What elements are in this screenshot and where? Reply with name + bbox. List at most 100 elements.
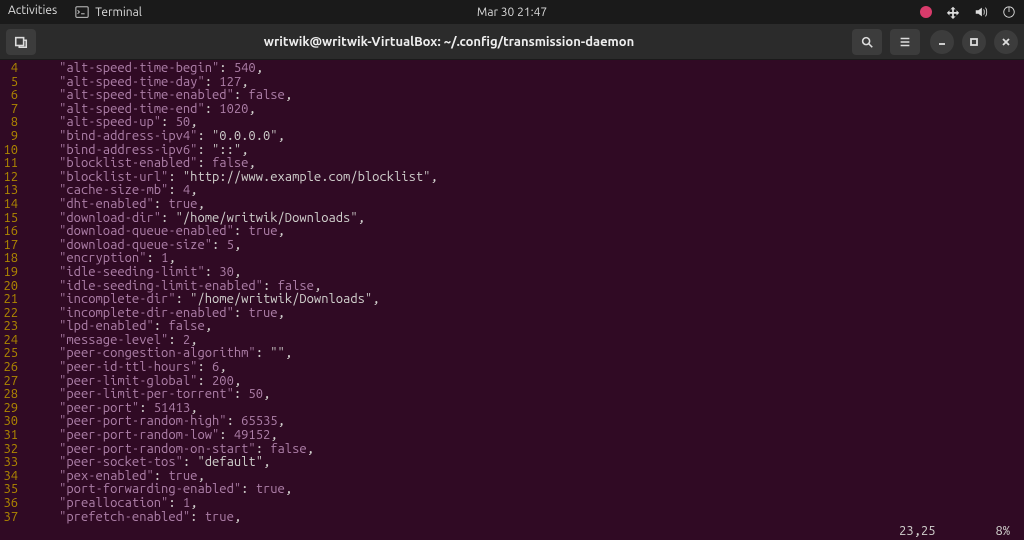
line-number: 19 (0, 266, 30, 280)
code-line: 29 "peer-port": 51413, (0, 402, 1024, 416)
code-line: 24 "message-level": 2, (0, 334, 1024, 348)
code-line: 17 "download-queue-size": 5, (0, 239, 1024, 253)
line-number: 16 (0, 225, 30, 239)
code-content: "alt-speed-time-enabled": false, (30, 89, 1024, 103)
line-number: 9 (0, 130, 30, 144)
code-content: "alt-speed-time-begin": 540, (30, 62, 1024, 76)
code-line: 19 "idle-seeding-limit": 30, (0, 266, 1024, 280)
code-content: "alt-speed-time-day": 127, (30, 76, 1024, 90)
code-content: "blocklist-url": "http://www.example.com… (30, 171, 1024, 185)
terminal-icon (75, 5, 89, 19)
code-content: "download-dir": "/home/writwik/Downloads… (30, 212, 1024, 226)
line-number: 6 (0, 89, 30, 103)
line-number: 27 (0, 375, 30, 389)
line-number: 29 (0, 402, 30, 416)
vim-status: 23,25 8% (899, 524, 1010, 538)
window-title: writwik@writwik-VirtualBox: ~/.config/tr… (46, 35, 852, 49)
code-line: 11 "blocklist-enabled": false, (0, 157, 1024, 171)
code-content: "incomplete-dir-enabled": true, (30, 307, 1024, 321)
code-content: "download-queue-size": 5, (30, 239, 1024, 253)
code-content: "incomplete-dir": "/home/writwik/Downloa… (30, 293, 1024, 307)
power-icon[interactable] (1002, 5, 1016, 19)
code-line: 15 "download-dir": "/home/writwik/Downlo… (0, 212, 1024, 226)
code-line: 8 "alt-speed-up": 50, (0, 116, 1024, 130)
network-icon[interactable] (946, 5, 960, 19)
code-content: "prefetch-enabled": true, (30, 511, 1024, 525)
code-content: "dht-enabled": true, (30, 198, 1024, 212)
line-number: 20 (0, 280, 30, 294)
code-line: 14 "dht-enabled": true, (0, 198, 1024, 212)
code-content: "peer-limit-per-torrent": 50, (30, 388, 1024, 402)
line-number: 37 (0, 511, 30, 525)
code-line: 6 "alt-speed-time-enabled": false, (0, 89, 1024, 103)
app-menu[interactable]: Terminal (75, 5, 142, 19)
code-content: "peer-port": 51413, (30, 402, 1024, 416)
code-content: "encryption": 1, (30, 252, 1024, 266)
code-line: 35 "port-forwarding-enabled": true, (0, 483, 1024, 497)
minimize-button[interactable] (930, 30, 954, 54)
code-content: "alt-speed-up": 50, (30, 116, 1024, 130)
code-line: 21 "incomplete-dir": "/home/writwik/Down… (0, 293, 1024, 307)
code-content: "alt-speed-time-end": 1020, (30, 103, 1024, 117)
line-number: 21 (0, 293, 30, 307)
activities-button[interactable]: Activities (8, 4, 57, 20)
line-number: 24 (0, 334, 30, 348)
code-content: "peer-id-ttl-hours": 6, (30, 361, 1024, 375)
code-line: 27 "peer-limit-global": 200, (0, 375, 1024, 389)
line-number: 35 (0, 483, 30, 497)
code-line: 30 "peer-port-random-high": 65535, (0, 415, 1024, 429)
code-content: "peer-congestion-algorithm": "", (30, 347, 1024, 361)
code-line: 33 "peer-socket-tos": "default", (0, 456, 1024, 470)
code-content: "bind-address-ipv6": "::", (30, 144, 1024, 158)
notification-dot-icon[interactable] (920, 6, 932, 18)
code-line: 37 "prefetch-enabled": true, (0, 511, 1024, 525)
line-number: 7 (0, 103, 30, 117)
code-content: "peer-socket-tos": "default", (30, 456, 1024, 470)
line-number: 23 (0, 320, 30, 334)
code-content: "message-level": 2, (30, 334, 1024, 348)
code-content: "cache-size-mb": 4, (30, 184, 1024, 198)
line-number: 4 (0, 62, 30, 76)
line-number: 30 (0, 415, 30, 429)
line-number: 25 (0, 347, 30, 361)
line-number: 32 (0, 443, 30, 457)
new-tab-button[interactable] (6, 29, 36, 55)
code-line: 25 "peer-congestion-algorithm": "", (0, 347, 1024, 361)
app-menu-label: Terminal (95, 6, 142, 19)
code-content: "blocklist-enabled": false, (30, 157, 1024, 171)
code-content: "peer-port-random-on-start": false, (30, 443, 1024, 457)
search-button[interactable] (852, 29, 882, 55)
line-number: 33 (0, 456, 30, 470)
line-number: 31 (0, 429, 30, 443)
code-line: 12 "blocklist-url": "http://www.example.… (0, 171, 1024, 185)
code-content: "idle-seeding-limit": 30, (30, 266, 1024, 280)
code-content: "idle-seeding-limit-enabled": false, (30, 280, 1024, 294)
code-content: "port-forwarding-enabled": true, (30, 483, 1024, 497)
line-number: 8 (0, 116, 30, 130)
menu-button[interactable] (890, 29, 920, 55)
code-line: 16 "download-queue-enabled": true, (0, 225, 1024, 239)
line-number: 13 (0, 184, 30, 198)
code-line: 23 "lpd-enabled": false, (0, 320, 1024, 334)
code-line: 36 "preallocation": 1, (0, 497, 1024, 511)
maximize-button[interactable] (962, 30, 986, 54)
close-button[interactable] (994, 30, 1018, 54)
line-number: 18 (0, 252, 30, 266)
code-line: 32 "peer-port-random-on-start": false, (0, 443, 1024, 457)
code-content: "preallocation": 1, (30, 497, 1024, 511)
code-content: "peer-port-random-high": 65535, (30, 415, 1024, 429)
editor-area[interactable]: 4 "alt-speed-time-begin": 540,5 "alt-spe… (0, 60, 1024, 540)
volume-icon[interactable] (974, 5, 988, 19)
line-number: 14 (0, 198, 30, 212)
clock[interactable]: Mar 30 21:47 (477, 6, 547, 19)
line-number: 17 (0, 239, 30, 253)
line-number: 15 (0, 212, 30, 226)
code-line: 5 "alt-speed-time-day": 127, (0, 76, 1024, 90)
code-line: 7 "alt-speed-time-end": 1020, (0, 103, 1024, 117)
code-content: "pex-enabled": true, (30, 470, 1024, 484)
code-line: 4 "alt-speed-time-begin": 540, (0, 62, 1024, 76)
line-number: 11 (0, 157, 30, 171)
line-number: 10 (0, 144, 30, 158)
code-line: 9 "bind-address-ipv4": "0.0.0.0", (0, 130, 1024, 144)
code-line: 18 "encryption": 1, (0, 252, 1024, 266)
